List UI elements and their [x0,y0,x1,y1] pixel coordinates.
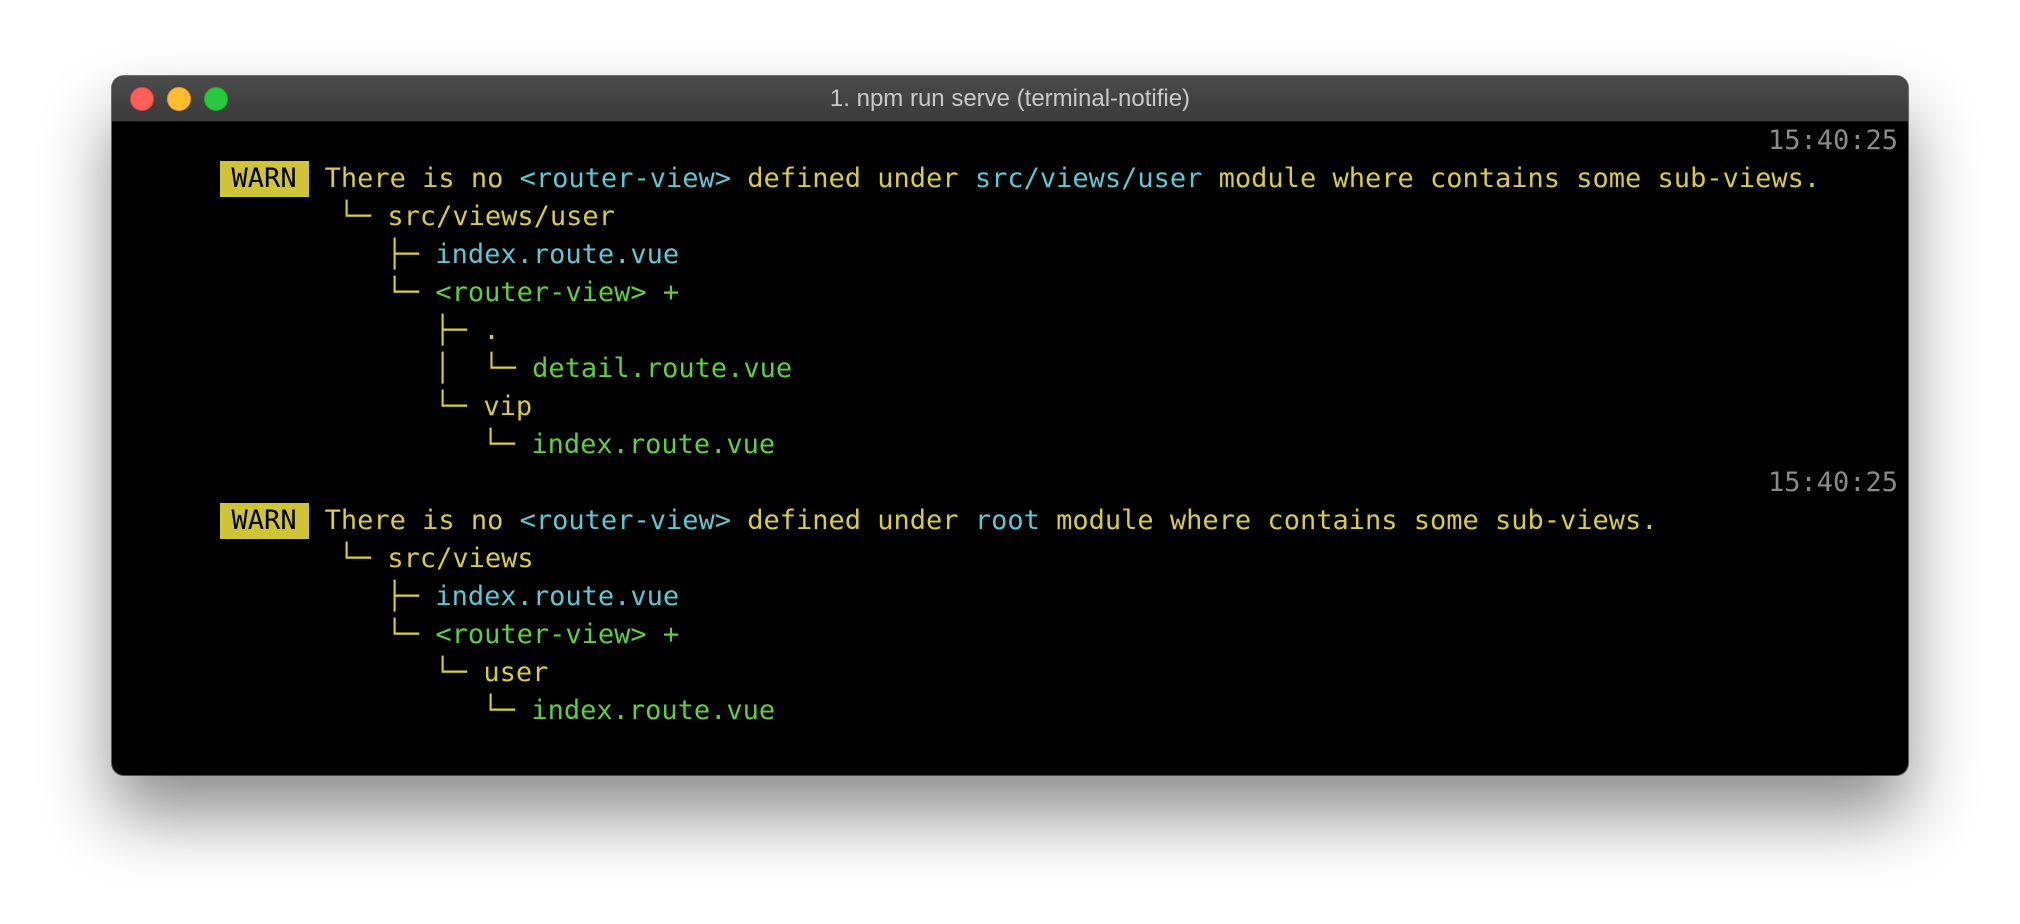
tree-line: │ └─ detail.route.vue [112,312,1908,384]
title-bar[interactable]: 1. npm run serve (terminal-notifie) [112,76,1908,122]
tree-line: └─ <router-view> + [112,236,1908,308]
tree-line: └─ src/views/user [112,160,1908,232]
tree-line: └─ src/views [112,502,1908,574]
tree-line: ├─ index.route.vue [112,540,1908,612]
tree-line: ├─ index.route.vue [112,198,1908,270]
tree-branch: └─ [482,429,532,460]
tree-file: index.route.vue [531,695,776,726]
tree-line: └─ vip [112,350,1908,422]
tree-line: └─ user [112,616,1908,688]
terminal-output[interactable]: WARN There is no <router-view> defined un… [112,122,1908,775]
terminal-window: 1. npm run serve (terminal-notifie) WARN… [112,76,1908,775]
timestamp: 15:40:25 [1767,467,1898,498]
tree-line: └─ index.route.vue [112,388,1908,460]
timestamp: 15:40:25 [1767,125,1898,156]
window-title: 1. npm run serve (terminal-notifie) [829,85,1191,112]
tree-branch: └─ [482,695,532,726]
tree-line: ├─ . [112,274,1908,346]
warning-line: WARN There is no <router-view> defined un… [112,464,1908,539]
tree-line: └─ <router-view> + [112,578,1908,650]
warning-line: WARN There is no <router-view> defined un… [112,122,1908,197]
tree-line: └─ index.route.vue [112,654,1908,726]
tree-file: index.route.vue [531,429,776,460]
